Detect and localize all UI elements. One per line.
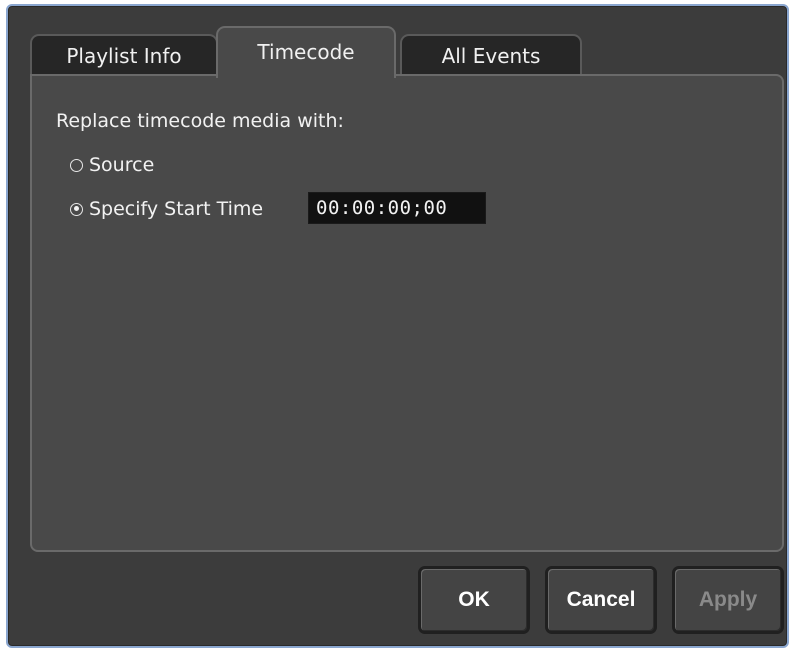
timecode-panel: Replace timecode media with: Source Spec… [30, 74, 784, 552]
cancel-button[interactable]: Cancel [545, 566, 657, 634]
specify-start-time-label: Specify Start Time [89, 198, 264, 220]
specify-start-time-radio-button[interactable] [70, 202, 83, 216]
specify-start-time-option[interactable]: Specify Start Time [70, 198, 263, 220]
start-time-input[interactable]: 00:00:00;00 [308, 192, 486, 224]
timecode-dialog: Playlist Info Timecode All Events Replac… [6, 4, 789, 648]
source-option[interactable]: Source [70, 154, 154, 176]
tab-timecode[interactable]: Timecode [216, 26, 396, 78]
apply-button[interactable]: Apply [672, 566, 784, 634]
source-option-label: Source [89, 154, 155, 176]
replace-timecode-heading: Replace timecode media with: [56, 110, 344, 132]
ok-button[interactable]: OK [418, 566, 530, 634]
tab-all-events[interactable]: All Events [400, 34, 582, 78]
source-radio-button[interactable] [70, 158, 83, 172]
tab-playlist-info[interactable]: Playlist Info [30, 34, 218, 78]
